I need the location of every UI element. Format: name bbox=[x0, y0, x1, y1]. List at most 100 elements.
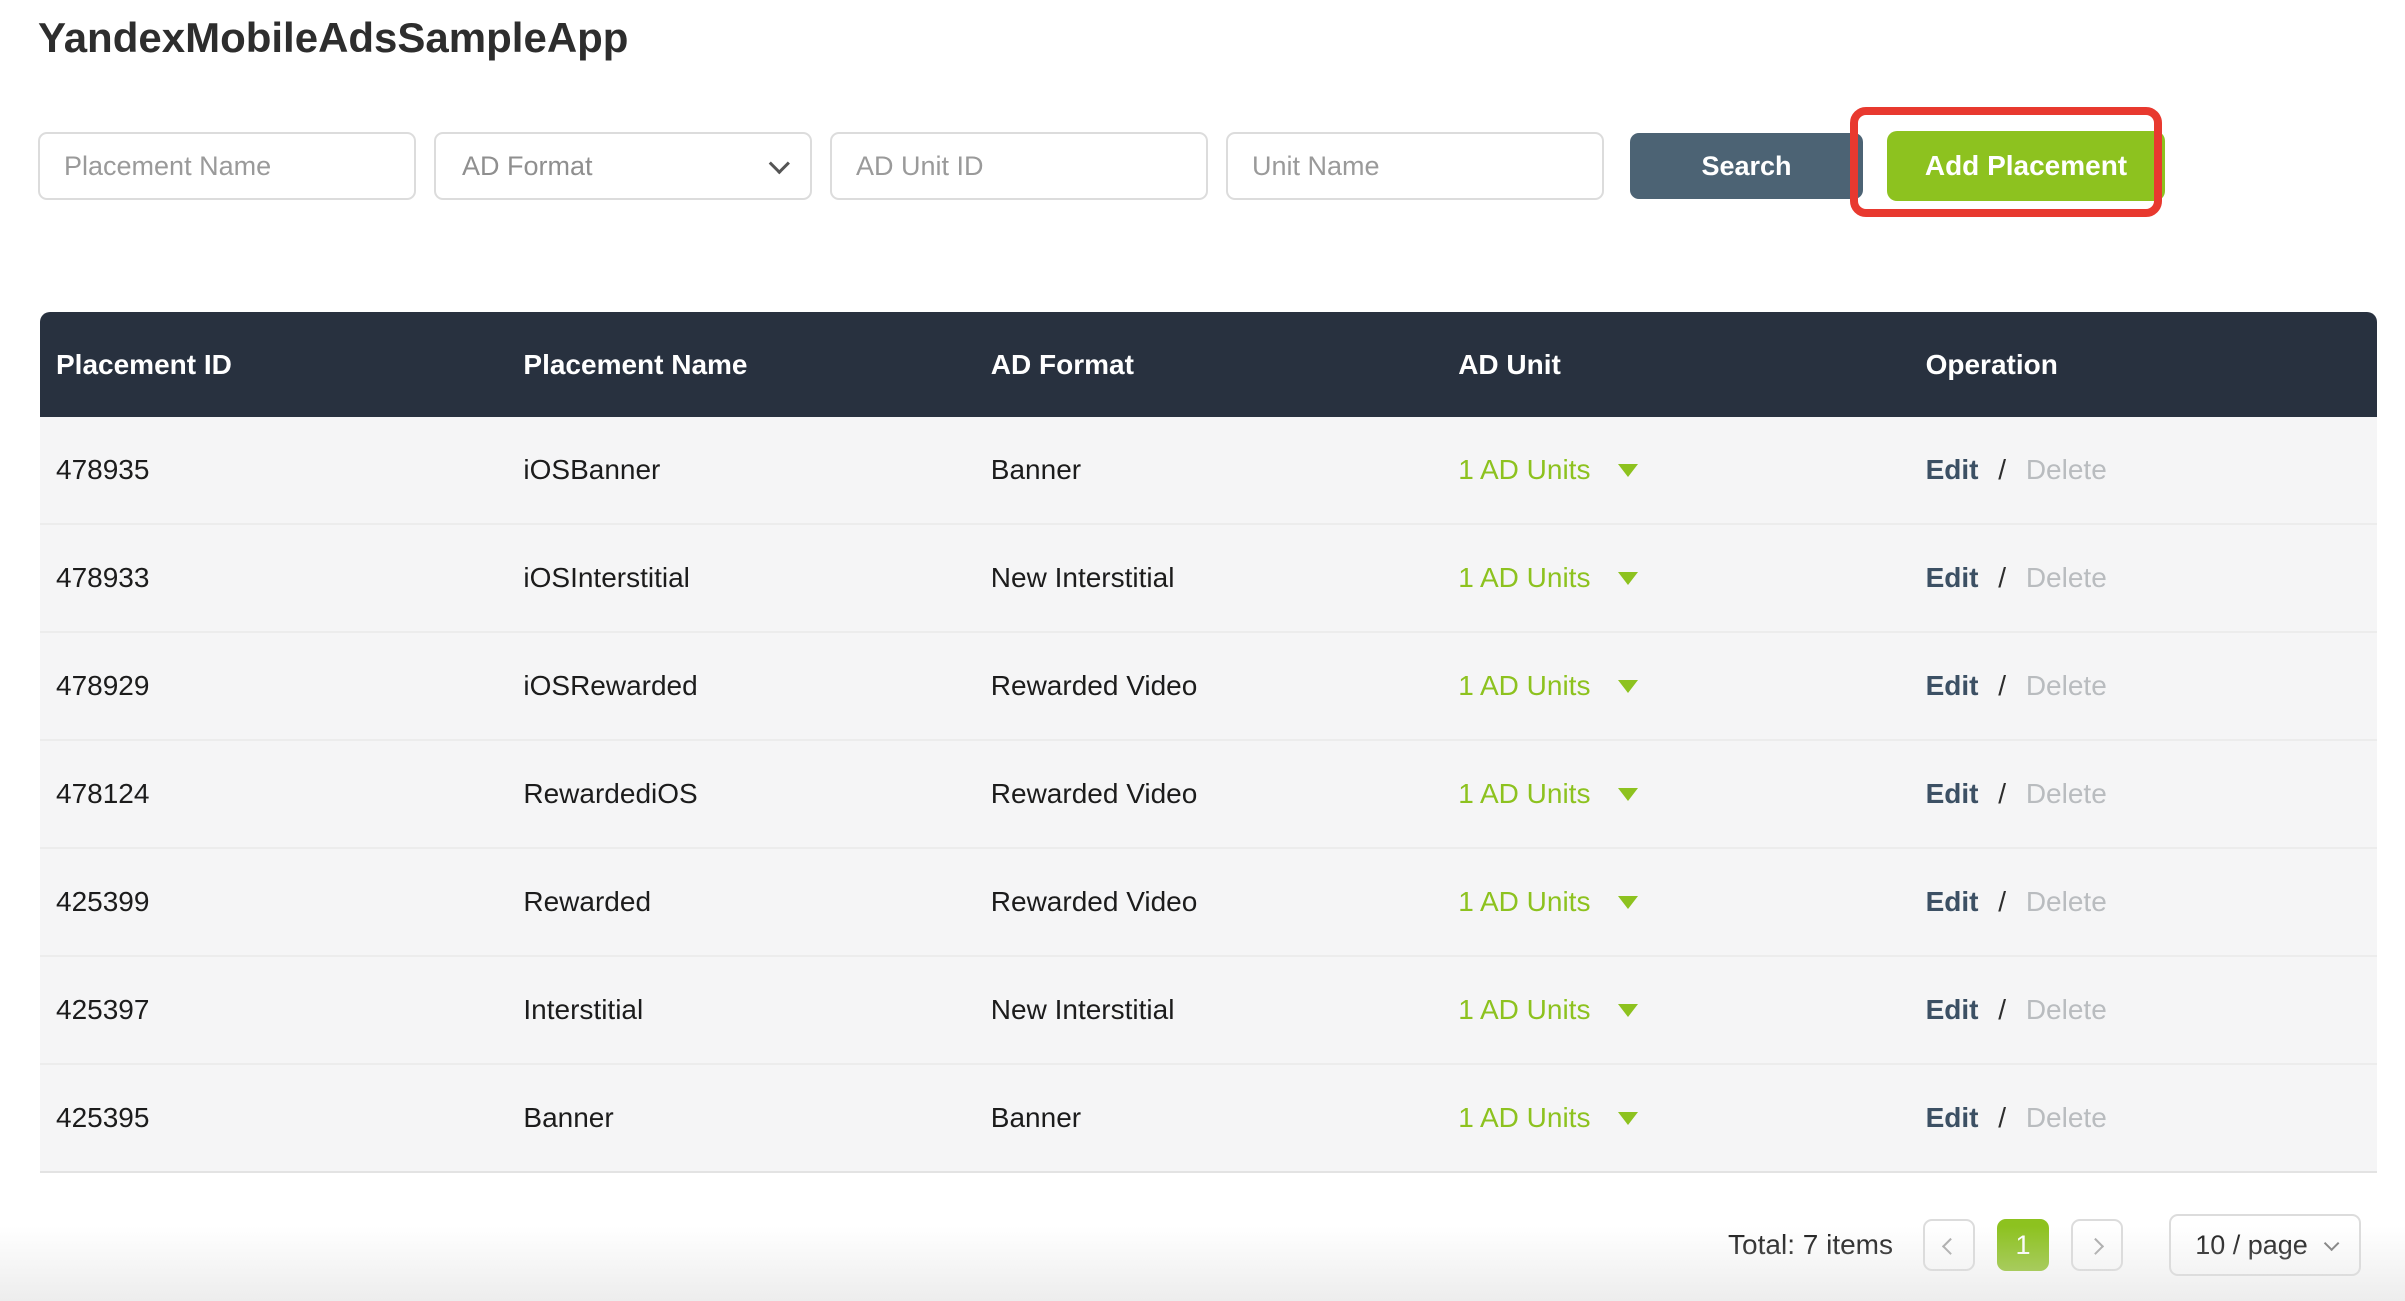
placement-id-cell: 425397 bbox=[40, 994, 507, 1026]
placement-name-cell: Interstitial bbox=[507, 994, 974, 1026]
edit-link[interactable]: Edit bbox=[1926, 670, 1979, 701]
placement-id-cell: 478124 bbox=[40, 778, 507, 810]
ad-units-count-label: 1 AD Units bbox=[1458, 454, 1590, 486]
ad-units-dropdown-toggle[interactable]: 1 AD Units bbox=[1458, 886, 1638, 918]
operation-separator: / bbox=[1986, 778, 2018, 809]
operation-separator: / bbox=[1986, 1102, 2018, 1133]
operation-separator: / bbox=[1986, 454, 2018, 485]
column-header-ad-format: AD Format bbox=[975, 349, 1442, 381]
placement-id-cell: 425395 bbox=[40, 1102, 507, 1134]
unit-name-input[interactable] bbox=[1226, 132, 1604, 200]
delete-link[interactable]: Delete bbox=[2026, 994, 2107, 1025]
operation-separator: / bbox=[1986, 670, 2018, 701]
operation-cell: Edit / Delete bbox=[1910, 994, 2377, 1026]
operation-cell: Edit / Delete bbox=[1910, 562, 2377, 594]
column-header-operation: Operation bbox=[1910, 349, 2377, 381]
edit-link[interactable]: Edit bbox=[1926, 562, 1979, 593]
delete-link[interactable]: Delete bbox=[2026, 886, 2107, 917]
add-placement-button[interactable]: Add Placement bbox=[1887, 131, 2165, 201]
current-page-button[interactable]: 1 bbox=[1997, 1219, 2049, 1271]
table-row: 425395 Banner Banner 1 AD Units Edit / D… bbox=[40, 1065, 2377, 1173]
placement-name-cell: iOSInterstitial bbox=[507, 562, 974, 594]
placement-name-cell: Rewarded bbox=[507, 886, 974, 918]
ad-units-dropdown-toggle[interactable]: 1 AD Units bbox=[1458, 994, 1638, 1026]
column-header-ad-unit: AD Unit bbox=[1442, 349, 1909, 381]
delete-link[interactable]: Delete bbox=[2026, 778, 2107, 809]
ad-units-count-label: 1 AD Units bbox=[1458, 778, 1590, 810]
edit-link[interactable]: Edit bbox=[1926, 1102, 1979, 1133]
ad-units-count-label: 1 AD Units bbox=[1458, 670, 1590, 702]
ad-units-count-label: 1 AD Units bbox=[1458, 994, 1590, 1026]
ad-units-count-label: 1 AD Units bbox=[1458, 562, 1590, 594]
ad-format-cell: Rewarded Video bbox=[975, 886, 1442, 918]
delete-link[interactable]: Delete bbox=[2026, 562, 2107, 593]
ad-unit-cell: 1 AD Units bbox=[1442, 454, 1909, 486]
edit-link[interactable]: Edit bbox=[1926, 778, 1979, 809]
operation-separator: / bbox=[1986, 562, 2018, 593]
operation-separator: / bbox=[1986, 886, 2018, 917]
edit-link[interactable]: Edit bbox=[1926, 994, 1979, 1025]
ad-unit-id-input[interactable] bbox=[830, 132, 1208, 200]
dropdown-triangle-icon bbox=[1618, 680, 1638, 693]
ad-units-dropdown-toggle[interactable]: 1 AD Units bbox=[1458, 670, 1638, 702]
placement-name-input[interactable] bbox=[38, 132, 416, 200]
operation-cell: Edit / Delete bbox=[1910, 670, 2377, 702]
ad-unit-cell: 1 AD Units bbox=[1442, 994, 1909, 1026]
delete-link[interactable]: Delete bbox=[2026, 454, 2107, 485]
ad-unit-cell: 1 AD Units bbox=[1442, 670, 1909, 702]
page-size-select[interactable]: 10 / page bbox=[2169, 1214, 2361, 1276]
filter-bar: AD Format Search Add Placement bbox=[38, 131, 2165, 201]
ad-format-cell: Rewarded Video bbox=[975, 670, 1442, 702]
edit-link[interactable]: Edit bbox=[1926, 886, 1979, 917]
dropdown-triangle-icon bbox=[1618, 1112, 1638, 1125]
placement-name-cell: RewardediOS bbox=[507, 778, 974, 810]
ad-format-select[interactable]: AD Format bbox=[434, 132, 812, 200]
edit-link[interactable]: Edit bbox=[1926, 454, 1979, 485]
previous-page-button[interactable] bbox=[1923, 1219, 1975, 1271]
ad-unit-cell: 1 AD Units bbox=[1442, 886, 1909, 918]
chevron-down-icon bbox=[769, 153, 790, 174]
table-row: 478124 RewardediOS Rewarded Video 1 AD U… bbox=[40, 741, 2377, 849]
delete-link[interactable]: Delete bbox=[2026, 670, 2107, 701]
table-row: 478935 iOSBanner Banner 1 AD Units Edit … bbox=[40, 417, 2377, 525]
dropdown-triangle-icon bbox=[1618, 788, 1638, 801]
table-row: 478929 iOSRewarded Rewarded Video 1 AD U… bbox=[40, 633, 2377, 741]
ad-format-cell: Banner bbox=[975, 1102, 1442, 1134]
placement-name-cell: iOSRewarded bbox=[507, 670, 974, 702]
ad-units-dropdown-toggle[interactable]: 1 AD Units bbox=[1458, 778, 1638, 810]
operation-cell: Edit / Delete bbox=[1910, 886, 2377, 918]
total-items-label: Total: 7 items bbox=[1728, 1229, 1893, 1261]
search-button[interactable]: Search bbox=[1630, 133, 1863, 199]
table-body: 478935 iOSBanner Banner 1 AD Units Edit … bbox=[40, 417, 2377, 1173]
chevron-left-icon bbox=[1942, 1238, 1959, 1255]
placement-id-cell: 425399 bbox=[40, 886, 507, 918]
placement-id-cell: 478933 bbox=[40, 562, 507, 594]
ad-format-cell: New Interstitial bbox=[975, 994, 1442, 1026]
placement-id-cell: 478935 bbox=[40, 454, 507, 486]
page-title: YandexMobileAdsSampleApp bbox=[38, 14, 628, 62]
ad-units-dropdown-toggle[interactable]: 1 AD Units bbox=[1458, 1102, 1638, 1134]
dropdown-triangle-icon bbox=[1618, 572, 1638, 585]
ad-units-dropdown-toggle[interactable]: 1 AD Units bbox=[1458, 562, 1638, 594]
dropdown-triangle-icon bbox=[1618, 464, 1638, 477]
pagination: Total: 7 items 1 10 / page bbox=[1728, 1214, 2361, 1276]
placement-name-cell: iOSBanner bbox=[507, 454, 974, 486]
ad-format-cell: New Interstitial bbox=[975, 562, 1442, 594]
table-row: 478933 iOSInterstitial New Interstitial … bbox=[40, 525, 2377, 633]
ad-units-count-label: 1 AD Units bbox=[1458, 1102, 1590, 1134]
table-row: 425399 Rewarded Rewarded Video 1 AD Unit… bbox=[40, 849, 2377, 957]
ad-unit-cell: 1 AD Units bbox=[1442, 1102, 1909, 1134]
ad-format-cell: Rewarded Video bbox=[975, 778, 1442, 810]
ad-units-dropdown-toggle[interactable]: 1 AD Units bbox=[1458, 454, 1638, 486]
ad-format-select-label: AD Format bbox=[462, 151, 593, 182]
ad-units-count-label: 1 AD Units bbox=[1458, 886, 1590, 918]
chevron-down-icon bbox=[2324, 1235, 2340, 1251]
operation-cell: Edit / Delete bbox=[1910, 778, 2377, 810]
operation-cell: Edit / Delete bbox=[1910, 1102, 2377, 1134]
operation-cell: Edit / Delete bbox=[1910, 454, 2377, 486]
next-page-button[interactable] bbox=[2071, 1219, 2123, 1271]
chevron-right-icon bbox=[2087, 1238, 2104, 1255]
table-header-row: Placement ID Placement Name AD Format AD… bbox=[40, 312, 2377, 417]
delete-link[interactable]: Delete bbox=[2026, 1102, 2107, 1133]
column-header-placement-id: Placement ID bbox=[40, 349, 507, 381]
